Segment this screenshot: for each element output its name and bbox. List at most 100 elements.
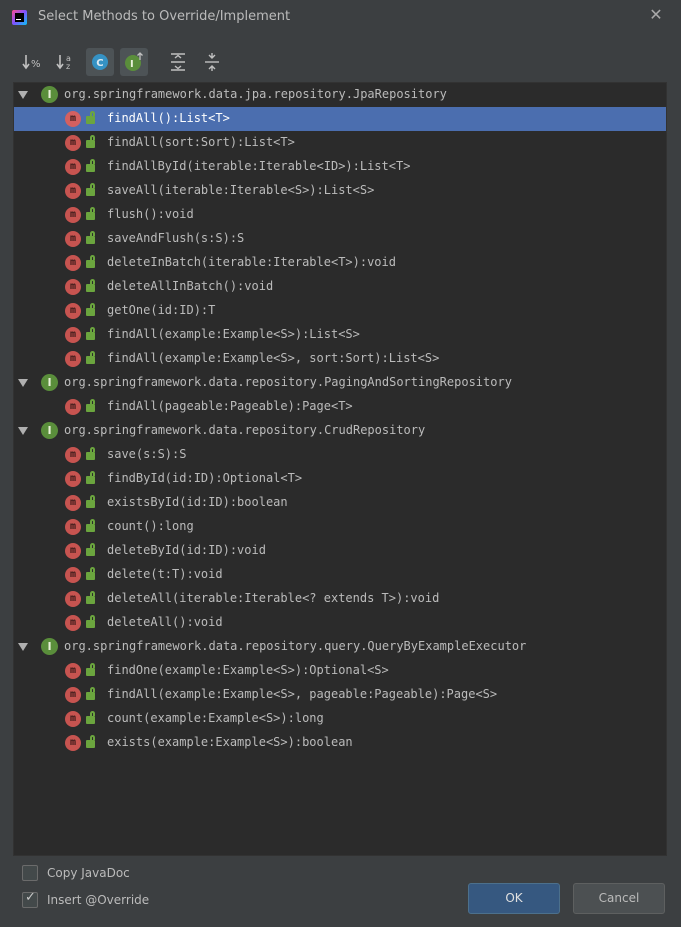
tree-method-label: findOne(example:Example<S>):Optional<S>: [107, 663, 389, 677]
method-icon: m: [65, 495, 81, 511]
collapse-all-button[interactable]: [198, 48, 226, 76]
method-icon: m: [65, 207, 81, 223]
tree-method-label: delete(t:T):void: [107, 567, 223, 581]
tree-method-label: flush():void: [107, 207, 194, 221]
tree-method-row[interactable]: m deleteAll():void: [14, 611, 666, 635]
tree-method-label: findAll(pageable:Pageable):Page<T>: [107, 399, 353, 413]
sort-alphabetically-button[interactable]: a z: [52, 48, 80, 76]
show-interfaces-button[interactable]: I: [120, 48, 148, 76]
method-icon: m: [65, 447, 81, 463]
tree-method-row[interactable]: m saveAll(iterable:Iterable<S>):List<S>: [14, 179, 666, 203]
dialog-title: Select Methods to Override/Implement: [38, 9, 291, 24]
copy-javadoc-checkbox[interactable]: [22, 865, 38, 881]
public-lock-icon: [86, 111, 95, 124]
tree-method-row[interactable]: m findAll(example:Example<S>, sort:Sort):…: [14, 347, 666, 371]
tree-method-label: findAll(example:Example<S>, sort:Sort):L…: [107, 351, 440, 365]
interface-icon: I: [41, 374, 58, 391]
expand-arrow-icon[interactable]: [18, 91, 28, 99]
tree-group-row[interactable]: Iorg.springframework.data.jpa.repository…: [14, 83, 666, 107]
tree-method-label: count():long: [107, 519, 194, 533]
tree-method-label: deleteById(id:ID):void: [107, 543, 266, 557]
tree-method-row[interactable]: m findById(id:ID):Optional<T>: [14, 467, 666, 491]
tree-method-row[interactable]: m flush():void: [14, 203, 666, 227]
svg-text:I: I: [130, 59, 134, 70]
tree-method-label: findAll(example:Example<S>, pageable:Pag…: [107, 687, 498, 701]
tree-method-row[interactable]: m deleteInBatch(iterable:Iterable<T>):voi…: [14, 251, 666, 275]
show-classes-button[interactable]: C: [86, 48, 114, 76]
tree-group-row[interactable]: Iorg.springframework.data.repository.que…: [14, 635, 666, 659]
interface-icon: I: [41, 638, 58, 655]
tree-method-label: deleteAll(iterable:Iterable<? extends T>…: [107, 591, 440, 605]
tree-method-row[interactable]: m findAll(pageable:Pageable):Page<T>: [14, 395, 666, 419]
public-lock-icon: [86, 471, 95, 484]
tree-method-row[interactable]: m existsById(id:ID):boolean: [14, 491, 666, 515]
method-icon: m: [65, 111, 81, 127]
title-bar: Select Methods to Override/Implement ✕: [0, 0, 681, 34]
public-lock-icon: [86, 615, 95, 628]
tree-group-row[interactable]: Iorg.springframework.data.repository.Pag…: [14, 371, 666, 395]
tree-group-row[interactable]: Iorg.springframework.data.repository.Cru…: [14, 419, 666, 443]
tree-method-row[interactable]: m exists(example:Example<S>):boolean: [14, 731, 666, 755]
sort-by-visibility-button[interactable]: %: [18, 48, 46, 76]
svg-text:z: z: [66, 62, 70, 71]
tree-method-label: getOne(id:ID):T: [107, 303, 216, 317]
tree-method-row[interactable]: m save(s:S):S: [14, 443, 666, 467]
intellij-icon: [12, 10, 27, 25]
tree-method-label: exists(example:Example<S>):boolean: [107, 735, 353, 749]
public-lock-icon: [86, 399, 95, 412]
ok-button[interactable]: OK: [468, 883, 560, 914]
method-icon: m: [65, 711, 81, 727]
public-lock-icon: [86, 327, 95, 340]
public-lock-icon: [86, 231, 95, 244]
close-icon[interactable]: ✕: [645, 4, 667, 26]
public-lock-icon: [86, 447, 95, 460]
public-lock-icon: [86, 279, 95, 292]
tree-method-row[interactable]: m findAll(sort:Sort):List<T>: [14, 131, 666, 155]
public-lock-icon: [86, 207, 95, 220]
tree-group-label: org.springframework.data.repository.Pagi…: [64, 375, 512, 389]
tree-method-label: findById(id:ID):Optional<T>: [107, 471, 303, 485]
sort-alphabetically-icon: a z: [56, 54, 71, 71]
public-lock-icon: [86, 663, 95, 676]
public-lock-icon: [86, 519, 95, 532]
checkmark-icon: ✓: [25, 890, 36, 905]
expand-all-button[interactable]: [164, 48, 192, 76]
insert-override-checkbox[interactable]: ✓: [22, 890, 38, 908]
tree-method-label: count(example:Example<S>):long: [107, 711, 324, 725]
expand-all-icon: [171, 53, 185, 71]
expand-arrow-icon[interactable]: [18, 643, 28, 651]
tree-method-row[interactable]: m findAll(example:Example<S>, pageable:Pa…: [14, 683, 666, 707]
tree-method-row[interactable]: m deleteAll(iterable:Iterable<? extends T…: [14, 587, 666, 611]
method-icon: m: [65, 183, 81, 199]
method-icon: m: [65, 591, 81, 607]
expand-arrow-icon[interactable]: [18, 379, 28, 387]
tree-method-row[interactable]: m saveAndFlush(s:S):S: [14, 227, 666, 251]
tree-method-row[interactable]: m deleteById(id:ID):void: [14, 539, 666, 563]
tree-method-row[interactable]: m delete(t:T):void: [14, 563, 666, 587]
public-lock-icon: [86, 591, 95, 604]
tree-method-row[interactable]: m findAllById(iterable:Iterable<ID>):List…: [14, 155, 666, 179]
method-tree[interactable]: Iorg.springframework.data.jpa.repository…: [13, 82, 667, 856]
public-lock-icon: [86, 735, 95, 748]
method-icon: m: [65, 255, 81, 271]
method-icon: m: [65, 327, 81, 343]
method-icon: m: [65, 687, 81, 703]
tree-method-row[interactable]: m count(example:Example<S>):long: [14, 707, 666, 731]
tree-method-row[interactable]: m findAll(example:Example<S>):List<S>: [14, 323, 666, 347]
method-icon: m: [65, 471, 81, 487]
tree-method-label: findAll(example:Example<S>):List<S>: [107, 327, 360, 341]
method-icon: m: [65, 303, 81, 319]
cancel-button[interactable]: Cancel: [573, 883, 665, 914]
method-icon: m: [65, 279, 81, 295]
tree-method-row[interactable]: m count():long: [14, 515, 666, 539]
show-classes-icon: C: [92, 54, 108, 70]
tree-method-label: findAll(sort:Sort):List<T>: [107, 135, 295, 149]
tree-method-row[interactable]: m getOne(id:ID):T: [14, 299, 666, 323]
tree-method-row[interactable]: m findOne(example:Example<S>):Optional<S>: [14, 659, 666, 683]
method-icon: m: [65, 519, 81, 535]
public-lock-icon: [86, 543, 95, 556]
expand-arrow-icon[interactable]: [18, 427, 28, 435]
tree-method-row[interactable]: m findAll():List<T>: [14, 107, 666, 131]
svg-text:C: C: [96, 58, 103, 69]
tree-method-row[interactable]: m deleteAllInBatch():void: [14, 275, 666, 299]
